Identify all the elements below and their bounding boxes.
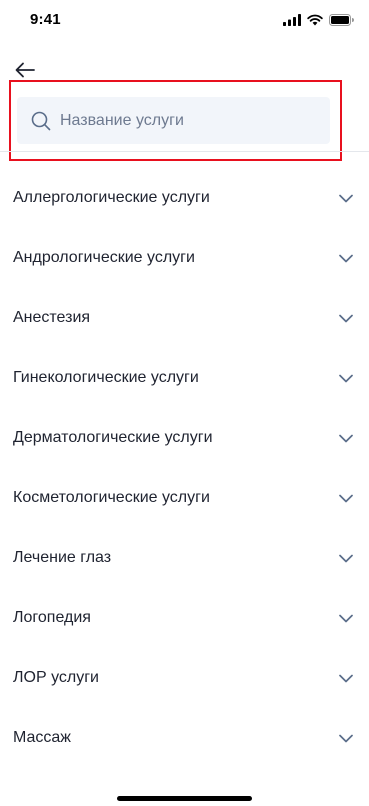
list-item-andrology[interactable]: Андрологические услуги [0, 228, 369, 288]
chevron-down-icon [338, 730, 354, 746]
status-bar: 9:41 [0, 0, 369, 44]
list-item-massage[interactable]: Массаж [0, 708, 369, 768]
chevron-down-icon [338, 670, 354, 686]
list-item-label: Гинекологические услуги [13, 369, 199, 386]
battery-icon [329, 14, 354, 26]
list-item-label: Анестезия [13, 309, 91, 326]
wifi-icon [307, 14, 323, 26]
home-indicator[interactable] [117, 796, 252, 801]
search-highlight-frame [9, 80, 342, 161]
chevron-down-icon [338, 250, 354, 266]
list-item-allergology[interactable]: Аллергологические услуги [0, 168, 369, 228]
chevron-down-icon [338, 370, 354, 386]
chevron-down-icon [338, 490, 354, 506]
list-item-gynecology[interactable]: Гинекологические услуги [0, 348, 369, 408]
status-icons [283, 13, 354, 27]
search-icon [30, 110, 52, 132]
divider [0, 151, 369, 152]
arrow-left-icon [15, 62, 35, 78]
list-item-eye-treatment[interactable]: Лечение глаз [0, 528, 369, 588]
status-time: 9:41 [30, 11, 61, 28]
list-item-dermatology[interactable]: Дерматологические услуги [0, 408, 369, 468]
list-item-label: Аллергологические услуги [13, 189, 210, 206]
list-item-label: Лечение глаз [13, 549, 112, 566]
list-item-anesthesia[interactable]: Анестезия [0, 288, 369, 348]
chevron-down-icon [338, 190, 354, 206]
list-item-ent[interactable]: ЛОР услуги [0, 648, 369, 708]
list-item-label: Дерматологические услуги [13, 429, 213, 446]
list-item-label: Косметологические услуги [13, 489, 210, 506]
category-list: Аллергологические услуги Андрологические… [0, 168, 369, 768]
list-item-cosmetology[interactable]: Косметологические услуги [0, 468, 369, 528]
cellular-signal-icon [283, 14, 301, 26]
list-item-speech-therapy[interactable]: Логопедия [0, 588, 369, 648]
list-item-label: Логопедия [13, 609, 91, 626]
list-item-label: Массаж [13, 729, 72, 746]
chevron-down-icon [338, 310, 354, 326]
search-field[interactable] [17, 97, 330, 144]
chevron-down-icon [338, 550, 354, 566]
list-item-label: Андрологические услуги [13, 249, 195, 266]
list-item-label: ЛОР услуги [13, 669, 99, 686]
chevron-down-icon [338, 610, 354, 626]
search-input[interactable] [60, 111, 310, 130]
chevron-down-icon [338, 430, 354, 446]
